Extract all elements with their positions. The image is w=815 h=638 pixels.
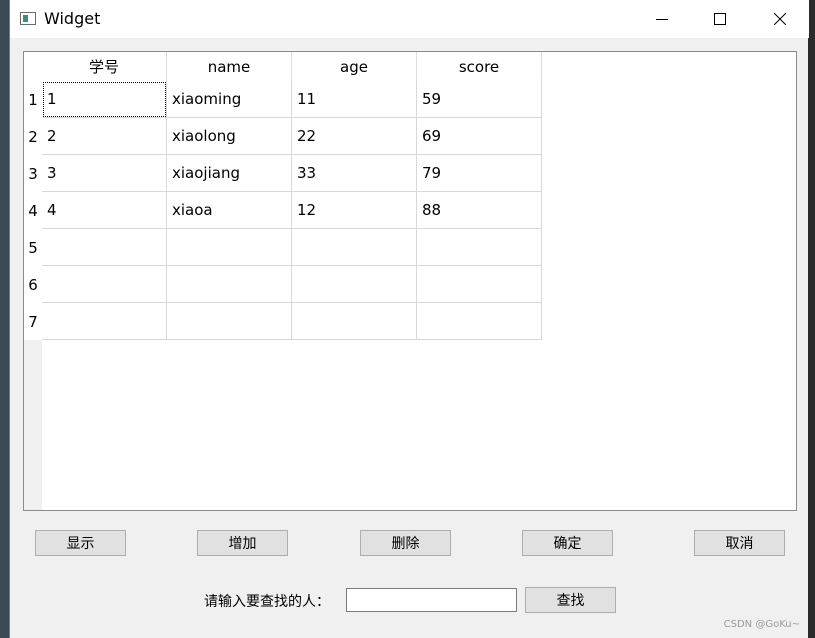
widget-window: Widget 学号 name age score 1 2 3 4 5 6 7 1… [9,0,809,638]
background-strip [0,0,9,638]
cancel-button[interactable]: 取消 [694,530,785,556]
table-cell[interactable]: xiaoming [167,81,292,118]
table-cell[interactable] [292,303,417,340]
delete-button[interactable]: 删除 [360,530,451,556]
row-header[interactable]: 7 [24,303,42,340]
table-cell[interactable]: xiaoa [167,192,292,229]
show-button[interactable]: 显示 [35,530,126,556]
title-bar: Widget [10,0,809,38]
minimize-icon [656,19,668,20]
table-cell[interactable]: 22 [292,118,417,155]
row-header[interactable]: 4 [24,192,42,229]
table-cell[interactable] [167,303,292,340]
table-cell[interactable]: 1 [42,81,167,118]
table-cell[interactable] [417,229,542,266]
table-widget[interactable]: 学号 name age score 1 2 3 4 5 6 7 1 xiaomi… [23,51,797,511]
column-header-score[interactable]: score [417,52,542,81]
maximize-icon [714,13,726,25]
app-icon [20,12,36,25]
watermark: CSDN @GoKu~ [723,619,800,630]
table-cell[interactable]: xiaolong [167,118,292,155]
table-cell[interactable] [417,266,542,303]
table-corner-button[interactable] [24,52,42,81]
row-header[interactable]: 1 [24,81,42,118]
maximize-button[interactable] [691,0,749,38]
table-cell[interactable]: 33 [292,155,417,192]
close-icon [774,13,786,25]
search-label: 请输入要查找的人： [204,594,330,610]
row-header[interactable]: 6 [24,266,42,303]
table-cell[interactable]: 3 [42,155,167,192]
table-cell[interactable] [292,229,417,266]
add-button[interactable]: 增加 [197,530,288,556]
close-button[interactable] [751,0,809,38]
table-cell[interactable] [167,229,292,266]
table-cell[interactable]: 12 [292,192,417,229]
confirm-button[interactable]: 确定 [522,530,613,556]
row-header[interactable]: 3 [24,155,42,192]
window-title: Widget [44,9,101,28]
table-cell[interactable] [417,303,542,340]
table-cell[interactable]: 2 [42,118,167,155]
table-cell[interactable]: 79 [417,155,542,192]
table-cell[interactable] [42,229,167,266]
table-cell[interactable]: xiaojiang [167,155,292,192]
row-header[interactable]: 5 [24,229,42,266]
table-cell[interactable] [167,266,292,303]
row-header[interactable]: 2 [24,118,42,155]
column-header-id[interactable]: 学号 [42,52,167,81]
find-button[interactable]: 查找 [525,587,616,613]
table-cell[interactable]: 11 [292,81,417,118]
table-cell[interactable]: 88 [417,192,542,229]
table-cell[interactable] [42,266,167,303]
search-input[interactable] [346,588,517,612]
table-cell[interactable]: 59 [417,81,542,118]
table-cell[interactable] [292,266,417,303]
table-cell[interactable]: 4 [42,192,167,229]
minimize-button[interactable] [633,0,691,38]
column-header-name[interactable]: name [167,52,292,81]
column-header-age[interactable]: age [292,52,417,81]
table-cell[interactable]: 69 [417,118,542,155]
table-cell[interactable] [42,303,167,340]
